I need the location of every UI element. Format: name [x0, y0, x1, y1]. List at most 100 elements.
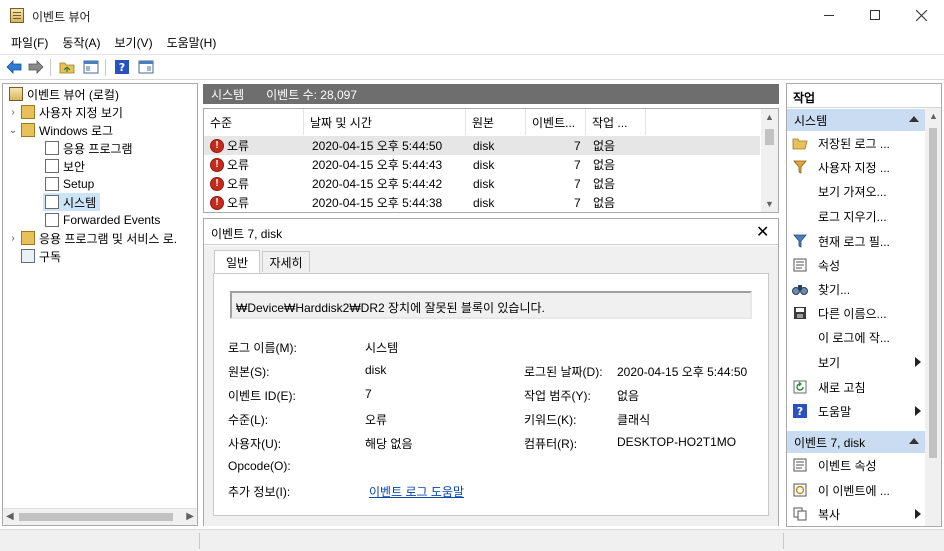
menu-file[interactable]: 파일(F): [4, 31, 55, 53]
tree-custom-views[interactable]: › 사용자 지정 보기: [7, 103, 123, 121]
copy-icon: [792, 506, 808, 522]
action-label: 저장된 로그 ...: [818, 136, 890, 151]
column-level[interactable]: 수준: [204, 109, 304, 135]
action-find[interactable]: 찾기...: [787, 278, 925, 300]
close-detail-icon[interactable]: ✕: [756, 222, 769, 242]
tree-app-services[interactable]: › 응용 프로그램 및 서비스 로.: [7, 229, 177, 247]
tree-windows-logs[interactable]: ⌄ Windows 로그: [7, 121, 113, 139]
scroll-up-icon[interactable]: ▲: [929, 111, 938, 121]
action-label: 이 로그에 작...: [818, 330, 890, 345]
forward-button[interactable]: [27, 58, 45, 76]
action-import-custom-view[interactable]: 보기 가져오...: [787, 180, 925, 202]
action-create-custom-view[interactable]: 사용자 지정 ...: [787, 156, 925, 178]
column-event-id[interactable]: 이벤트...: [526, 109, 586, 135]
tab-general[interactable]: 일반: [214, 250, 260, 273]
cell-source: disk: [473, 195, 495, 210]
forward-arrow-icon: [28, 60, 44, 74]
action-filter-current-log[interactable]: 현재 로그 필...: [787, 230, 925, 252]
detail-title: 이벤트 7, disk: [211, 227, 283, 241]
tree-horizontal-scrollbar[interactable]: ◀ ▶: [3, 508, 197, 525]
action-save-all-events-as[interactable]: 다른 이름으...: [787, 302, 925, 324]
section-label: 이벤트 7, disk: [794, 435, 866, 450]
tree-log-system[interactable]: 시스템: [43, 193, 101, 211]
table-row[interactable]: ! 오류 2020-04-15 오후 5:44:42 disk 7 없음: [204, 174, 760, 193]
tree-log-label: Setup: [63, 177, 95, 191]
actions-vertical-scrollbar[interactable]: ▲: [925, 108, 941, 526]
tree-root[interactable]: 이벤트 뷰어 (로컬): [7, 85, 119, 103]
action-attach-task-to-log[interactable]: 이 로그에 작...: [787, 326, 925, 348]
field-label: 이벤트 ID(E):: [228, 389, 296, 403]
title-bar: 이벤트 뷰어: [0, 0, 944, 30]
status-divider: [199, 533, 200, 549]
event-viewer-icon: [9, 87, 23, 101]
tree-root-label: 이벤트 뷰어 (로컬): [27, 87, 119, 102]
minimize-button[interactable]: [806, 0, 852, 30]
column-label: 작업 ...: [592, 115, 628, 130]
action-help[interactable]: ? 도움말: [787, 400, 925, 422]
action-clear-log[interactable]: 로그 지우기...: [787, 205, 925, 227]
folder-open-icon: [792, 135, 808, 151]
tree-log-label: 보안: [63, 159, 86, 174]
field-label: 키워드(K):: [524, 413, 577, 427]
cell-datetime: 2020-04-15 오후 5:44:43: [312, 158, 443, 172]
chevron-down-icon[interactable]: ⌄: [7, 125, 19, 136]
section-event[interactable]: 이벤트 7, disk: [787, 431, 925, 453]
collapse-icon[interactable]: [909, 438, 919, 444]
event-message[interactable]: ₩Device₩Harddisk2₩DR2 장치에 잘못된 블록이 있습니다.: [230, 291, 752, 319]
tree-subscriptions[interactable]: 구독: [19, 247, 61, 265]
close-button[interactable]: [898, 0, 944, 30]
table-row[interactable]: ! 오류 2020-04-15 오후 5:44:50 disk 7 없음: [204, 136, 760, 155]
tree-log-security[interactable]: 보안: [43, 157, 85, 175]
cell-source: disk: [473, 157, 495, 172]
up-folder-button[interactable]: [58, 58, 76, 76]
chevron-right-icon[interactable]: ›: [7, 107, 19, 118]
cell-level: 오류: [227, 139, 250, 153]
action-pane-button[interactable]: [137, 58, 155, 76]
scroll-left-icon[interactable]: ◀: [6, 511, 14, 522]
tab-details[interactable]: 자세히: [262, 251, 310, 272]
help-toolbar-button[interactable]: ?: [113, 58, 131, 76]
action-properties[interactable]: 속성: [787, 254, 925, 276]
column-task[interactable]: 작업 ...: [586, 109, 646, 135]
log-icon: [45, 141, 59, 155]
submenu-arrow-icon: [915, 509, 921, 519]
action-attach-task-to-event[interactable]: 이 이벤트에 ...: [787, 479, 925, 501]
scroll-thumb[interactable]: [19, 513, 173, 521]
grid-vertical-scrollbar[interactable]: ▲ ▼: [761, 109, 778, 212]
general-tab-body: ₩Device₩Harddisk2₩DR2 장치에 잘못된 블록이 있습니다. …: [213, 273, 769, 516]
column-source[interactable]: 원본: [466, 109, 526, 135]
chevron-right-icon[interactable]: ›: [7, 233, 19, 244]
scroll-thumb[interactable]: [765, 129, 774, 145]
console-tree-button[interactable]: [82, 58, 100, 76]
action-view-menu[interactable]: 보기: [787, 351, 925, 373]
event-log-help-link[interactable]: 이벤트 로그 도움말: [369, 483, 464, 500]
action-refresh[interactable]: 새로 고침: [787, 376, 925, 398]
submenu-arrow-icon: [915, 406, 921, 416]
action-pane-icon: [138, 60, 154, 74]
scroll-down-icon[interactable]: ▼: [765, 199, 774, 209]
tree-log-application[interactable]: 응용 프로그램: [43, 139, 133, 157]
column-datetime[interactable]: 날짜 및 시간: [304, 109, 466, 135]
action-open-saved-log[interactable]: 저장된 로그 ...: [787, 132, 925, 154]
scroll-up-icon[interactable]: ▲: [765, 112, 774, 122]
collapse-icon[interactable]: [909, 116, 919, 122]
table-row[interactable]: ! 오류 2020-04-15 오후 5:44:38 disk 7 없음: [204, 193, 760, 212]
action-label: 현재 로그 필...: [818, 234, 890, 249]
tree-log-setup[interactable]: Setup: [43, 175, 94, 193]
maximize-button[interactable]: [852, 0, 898, 30]
tab-label: 자세히: [269, 255, 303, 270]
action-event-properties[interactable]: 이벤트 속성: [787, 454, 925, 476]
subscriptions-icon: [21, 249, 35, 263]
action-copy[interactable]: 복사: [787, 503, 925, 525]
tree-log-forwarded[interactable]: Forwarded Events: [43, 211, 160, 229]
menu-help[interactable]: 도움말(H): [160, 31, 224, 53]
scroll-right-icon[interactable]: ▶: [186, 511, 194, 522]
scroll-thumb[interactable]: [929, 128, 937, 458]
menu-action[interactable]: 동작(A): [55, 31, 107, 53]
field-label: 원본(S):: [228, 365, 270, 379]
back-button[interactable]: [5, 58, 23, 76]
section-system[interactable]: 시스템: [787, 109, 925, 131]
action-label: 사용자 지정 ...: [818, 160, 890, 175]
menu-view[interactable]: 보기(V): [107, 31, 159, 53]
table-row[interactable]: ! 오류 2020-04-15 오후 5:44:43 disk 7 없음: [204, 155, 760, 174]
